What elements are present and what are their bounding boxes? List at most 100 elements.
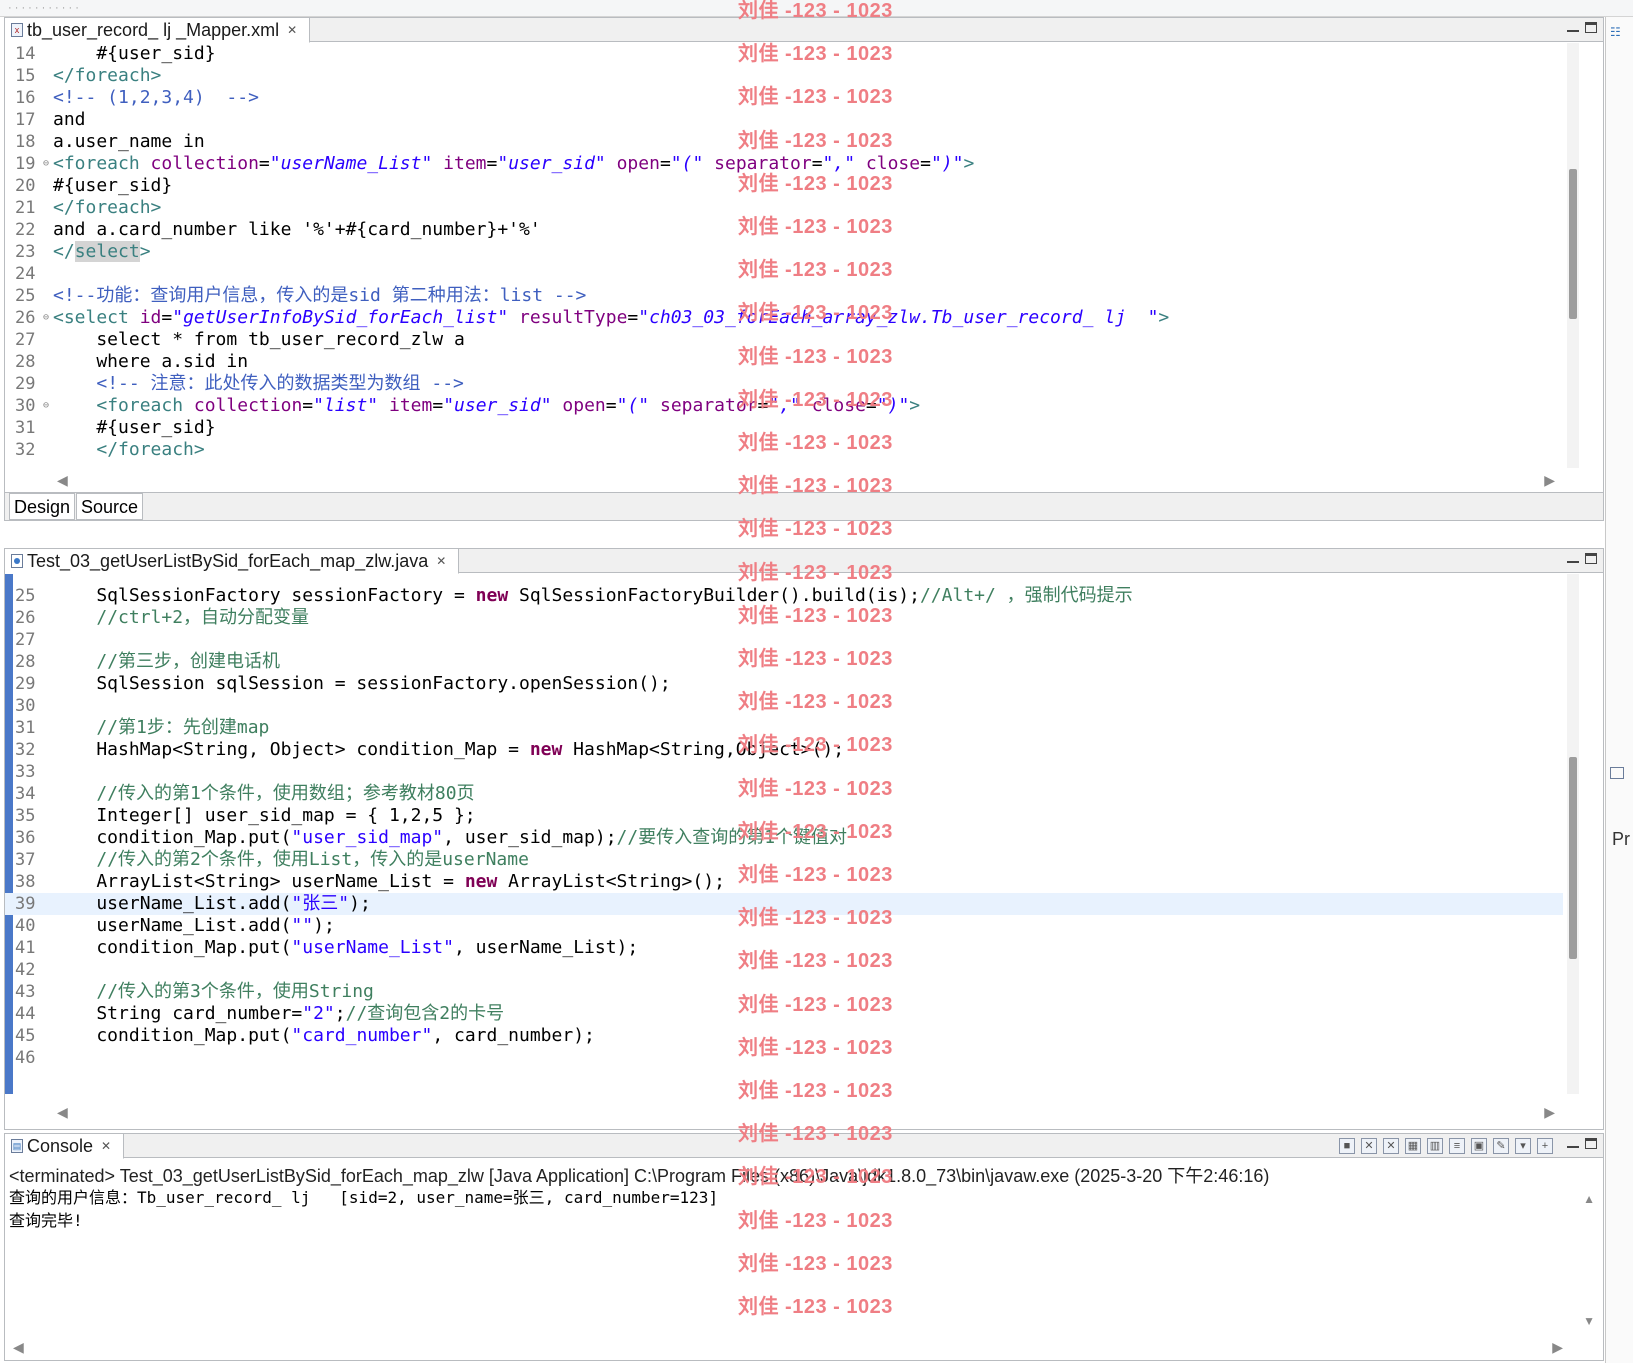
line-number: 40 <box>15 916 36 936</box>
java-scroll-thumb[interactable] <box>1569 757 1577 959</box>
line-number: 45 <box>15 1026 36 1046</box>
line-number: 25 <box>15 286 36 306</box>
xml-editor-window-controls <box>1567 22 1597 33</box>
close-icon[interactable]: ✕ <box>287 23 297 37</box>
panel-icon[interactable] <box>1610 767 1624 779</box>
code-text: </foreach> <box>96 439 205 460</box>
scroll-left-icon[interactable]: ◀ <box>13 1339 24 1356</box>
watermark-text: 刘佳 -123 - 1023 <box>738 86 893 109</box>
fold-toggle-icon[interactable]: ⊖ <box>43 153 49 175</box>
right-panel-label: Pr <box>1612 829 1630 849</box>
watermark-text: 刘佳 -123 - 1023 <box>738 691 893 714</box>
watermark-text: 刘佳 -123 - 1023 <box>738 1080 893 1102</box>
watermark-text: 刘佳 -123 - 1023 <box>738 1166 893 1189</box>
code-text: <!-- 注意：此处传入的数据类型为数组 --> <box>96 373 464 394</box>
minimize-icon[interactable] <box>1567 553 1579 563</box>
scroll-right-icon[interactable]: ▶ <box>1544 472 1555 489</box>
console-output-line: 查询的用户信息：Tb_user_record_ lj [sid=2, user_… <box>9 1188 719 1207</box>
maximize-icon[interactable] <box>1585 1138 1597 1149</box>
tab-xml-mapper-label: tb_user_record_ lj _Mapper.xml <box>27 19 280 40</box>
show-console-icon[interactable]: ▣ <box>1471 1138 1487 1154</box>
line-number: 28 <box>15 352 36 372</box>
scroll-lock-icon[interactable]: ▥ <box>1427 1138 1443 1154</box>
line-number: 30 <box>15 696 36 716</box>
watermark-text: 刘佳 -123 - 1023 <box>738 432 893 454</box>
line-number: 18 <box>15 132 36 152</box>
code-text: #{user_sid} <box>53 417 216 438</box>
line-number: 24 <box>15 264 36 284</box>
tab-source[interactable]: Source <box>76 493 144 520</box>
pin-console-icon[interactable]: ✎ <box>1493 1138 1509 1154</box>
code-text: </foreach> <box>53 65 162 86</box>
line-number: 19 <box>15 154 36 174</box>
code-text: //传入的第1个条件，使用数组；参考教材80页 <box>96 783 475 804</box>
line-number: 26 <box>15 608 36 628</box>
outline-icon[interactable]: ☷ <box>1610 25 1621 39</box>
close-icon[interactable]: ✕ <box>101 1139 111 1153</box>
watermark-text: 刘佳 -123 - 1023 <box>738 1209 893 1232</box>
line-number: 46 <box>15 1048 36 1068</box>
remove-launch-icon[interactable]: ✕ <box>1361 1138 1377 1154</box>
tab-console-label: Console <box>27 1135 94 1156</box>
xml-vertical-scrollbar[interactable] <box>1567 43 1579 468</box>
minimize-icon[interactable] <box>1567 22 1579 32</box>
code-text: condition_Map.put("userName_List", userN… <box>53 937 639 958</box>
console-horizontal-scrollbar[interactable]: ◀ ▶ <box>9 1339 1563 1355</box>
tab-console[interactable]: ▤ Console ✕ <box>5 1134 125 1159</box>
terminate-icon[interactable]: ■ <box>1339 1138 1355 1154</box>
fold-toggle-icon[interactable]: ⊖ <box>43 395 49 417</box>
watermark-text: 刘佳 -123 - 1023 <box>738 648 893 670</box>
console-window-controls <box>1567 1138 1597 1149</box>
code-text: HashMap<String, Object> condition_Map = … <box>53 739 845 760</box>
watermark-text: 刘佳 -123 - 1023 <box>738 43 893 66</box>
code-text: condition_Map.put("user_sid_map", user_s… <box>53 827 848 848</box>
xml-scroll-thumb[interactable] <box>1569 169 1577 319</box>
watermark-text: 刘佳 -123 - 1023 <box>738 820 893 843</box>
scroll-left-icon[interactable]: ◀ <box>57 1104 68 1121</box>
display-selected-icon[interactable]: ▾ <box>1515 1138 1531 1154</box>
line-number: 44 <box>15 1004 36 1024</box>
line-number: 23 <box>15 242 36 262</box>
line-number: 38 <box>15 872 36 892</box>
word-wrap-icon[interactable]: ≡ <box>1449 1138 1465 1154</box>
code-text: and a.card_number like '%'+#{card_number… <box>53 219 541 240</box>
watermark-text: 刘佳 -123 - 1023 <box>738 259 893 282</box>
maximize-icon[interactable] <box>1585 22 1597 33</box>
java-editor-window-controls <box>1567 553 1597 564</box>
open-console-icon[interactable]: + <box>1537 1138 1553 1154</box>
line-number: 22 <box>15 220 36 240</box>
scroll-left-icon[interactable]: ◀ <box>57 472 68 489</box>
line-number: 16 <box>15 88 36 108</box>
console-output[interactable]: 查询的用户信息：Tb_user_record_ lj [sid=2, user_… <box>9 1186 718 1232</box>
watermark-text: 刘佳 -123 - 1023 <box>738 1296 893 1318</box>
maximize-icon[interactable] <box>1585 553 1597 564</box>
close-icon[interactable]: ✕ <box>436 554 446 568</box>
fold-toggle-icon[interactable]: ⊖ <box>43 307 49 329</box>
scroll-right-icon[interactable]: ▶ <box>1552 1339 1563 1356</box>
watermark-text: 刘佳 -123 - 1023 <box>738 345 893 368</box>
scroll-up-icon[interactable]: ▲ <box>1583 1192 1595 1206</box>
line-number: 26 <box>15 308 36 328</box>
scroll-right-icon[interactable]: ▶ <box>1544 1104 1555 1121</box>
remove-all-icon[interactable]: ✕ <box>1383 1138 1399 1154</box>
right-side-panel: ☷ Pr <box>1605 17 1633 1363</box>
line-number: 35 <box>15 806 36 826</box>
code-text: //传入的第3个条件，使用String <box>96 981 374 1002</box>
line-number: 25 <box>15 586 36 606</box>
line-number: 39 <box>15 894 36 914</box>
watermark-text: 刘佳 -123 - 1023 <box>738 734 893 757</box>
watermark-text: 刘佳 -123 - 1023 <box>738 561 893 584</box>
tab-design[interactable]: Design <box>9 493 76 520</box>
code-text: String card_number="2";//查询包含2的卡号 <box>53 1003 505 1024</box>
clear-console-icon[interactable]: ▦ <box>1405 1138 1421 1154</box>
scroll-down-icon[interactable]: ▼ <box>1583 1314 1595 1328</box>
java-vertical-scrollbar[interactable] <box>1567 574 1579 1094</box>
minimize-icon[interactable] <box>1567 1138 1579 1148</box>
tab-java-test[interactable]: Test_03_getUserListBySid_forEach_map_zlw… <box>5 549 460 574</box>
line-number: 31 <box>15 418 36 438</box>
tab-xml-mapper[interactable]: x tb_user_record_ lj _Mapper.xml ✕ <box>5 18 311 43</box>
code-text: condition_Map.put("card_number", card_nu… <box>53 1025 595 1046</box>
code-text: SqlSession sqlSession = sessionFactory.o… <box>53 673 671 694</box>
line-number: 28 <box>15 652 36 672</box>
code-text: </foreach> <box>53 197 162 218</box>
